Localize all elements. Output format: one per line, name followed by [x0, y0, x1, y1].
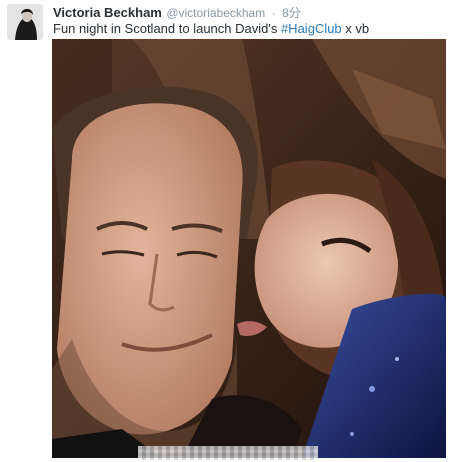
blurred-watermark [138, 446, 318, 460]
tweet-text: Fun night in Scotland to launch David's … [53, 21, 444, 36]
tweet-photo[interactable] [52, 39, 446, 458]
tweet-text-end: x vb [341, 21, 370, 36]
separator-dot: · [271, 6, 276, 20]
author-name[interactable]: Victoria Beckham [53, 5, 162, 20]
tweet-text-start: Fun night in Scotland to launch David's [53, 21, 281, 36]
tweet-timestamp[interactable]: 8分 [282, 6, 301, 20]
avatar-image [7, 4, 43, 40]
hashtag-link[interactable]: #HaigClub [281, 21, 342, 36]
selfie-photo [52, 39, 446, 458]
tweet-card: Victoria Beckham @victoriabeckham · 8分 F… [0, 0, 450, 462]
tweet-header: Victoria Beckham @victoriabeckham · 8分 [53, 4, 444, 22]
author-handle[interactable]: @victoriabeckham [166, 6, 265, 20]
author-avatar[interactable] [7, 4, 43, 40]
